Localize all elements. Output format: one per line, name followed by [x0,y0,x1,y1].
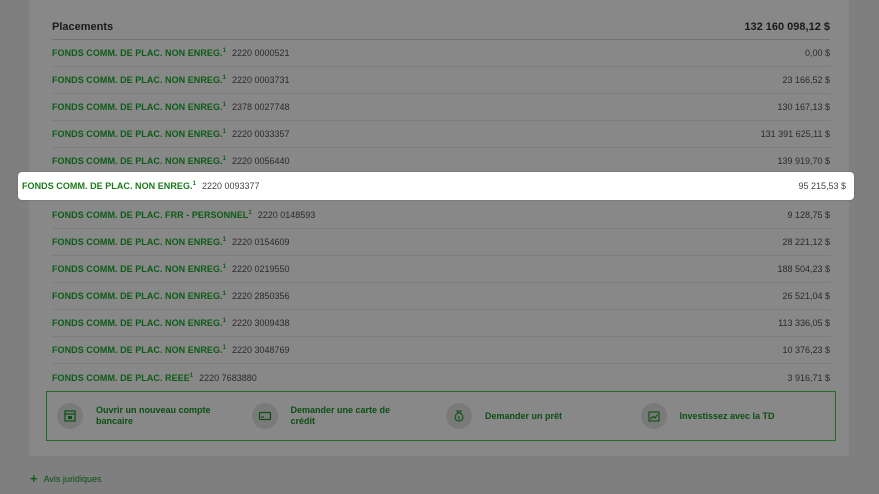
account-number: 2220 0093377 [201,181,260,191]
account-row[interactable]: FONDS COMM. DE PLAC. REEE1 2220 7683880 3… [52,364,830,391]
section-total: 132 160 098,12 $ [744,20,830,33]
account-number: 2220 0154609 [231,237,290,247]
fund-name-link[interactable]: FONDS COMM. DE PLAC. NON ENREG.1 [52,156,226,166]
fund-name-link[interactable]: FONDS COMM. DE PLAC. NON ENREG.1 [52,237,226,247]
account-number: 2378 0027748 [231,102,290,112]
account-number: 2220 3048769 [231,345,290,355]
account-balance: 131 391 625,11 $ [760,129,830,139]
section-title: Placements [52,20,114,33]
account-balance: 113 336,05 $ [778,318,830,328]
svg-text:$: $ [457,416,460,422]
fund-name-link[interactable]: FONDS COMM. DE PLAC. NON ENREG.1 [52,291,226,301]
account-row[interactable]: FONDS COMM. DE PLAC. NON ENREG.1 2220 300… [52,310,830,337]
investment-chart-icon [640,403,667,429]
legal-notices-label: Avis juridiques [43,473,102,484]
account-number: 2220 0000521 [231,48,290,58]
placements-header: Placements 132 160 098,12 $ [52,14,830,40]
open-account-action[interactable]: Ouvrir un nouveau compte bancaire [57,403,252,429]
action-label: Demander une carte de crédit [290,405,391,426]
fund-name-link[interactable]: FONDS COMM. DE PLAC. REEE1 [52,373,193,383]
account-row[interactable]: FONDS COMM. DE PLAC. NON ENREG.1 2220 003… [52,121,830,148]
account-balance: 0,00 $ [804,48,830,58]
account-row[interactable]: FONDS COMM. DE PLAC. NON ENREG.1 2220 000… [52,67,830,94]
account-balance: 9 128,75 $ [787,210,830,220]
account-balance: 130 167,13 $ [777,102,830,112]
account-balance: 23 166,52 $ [782,75,830,85]
credit-card-action[interactable]: Demander une carte de crédit [251,403,447,429]
account-number: 2220 0056440 [231,156,290,166]
money-bag-icon: $ [446,403,472,429]
fund-name-link[interactable]: FONDS COMM. DE PLAC. NON ENREG.1 [52,264,226,274]
account-balance: 10 376,23 $ [782,345,830,355]
account-number: 2220 0219550 [231,264,290,274]
fund-name-link[interactable]: FONDS COMM. DE PLAC. NON ENREG.1 [22,181,196,191]
account-number: 2220 0033357 [231,129,290,139]
account-balance: 26 521,04 $ [782,291,830,301]
account-row[interactable]: FONDS COMM. DE PLAC. NON ENREG.1 2220 304… [52,337,830,364]
account-balance: 3 916,71 $ [787,372,830,383]
account-row[interactable]: FONDS COMM. DE PLAC. NON ENREG.1 2378 002… [52,94,830,121]
fund-name-link[interactable]: FONDS COMM. DE PLAC. NON ENREG.1 [52,318,226,328]
invest-action[interactable]: Investissez avec la TD [640,403,836,429]
fund-name-link[interactable]: FONDS COMM. DE PLAC. NON ENREG.1 [52,75,226,85]
plus-icon: + [30,471,38,486]
account-balance: 28 221,12 $ [782,237,830,247]
fund-name-link[interactable]: FONDS COMM. DE PLAC. NON ENREG.1 [52,129,226,139]
account-row[interactable]: FONDS COMM. DE PLAC. NON ENREG.1 2220 005… [52,148,830,175]
action-label: Ouvrir un nouveau compte bancaire [96,405,211,426]
account-balance: 188 504,23 $ [777,264,830,274]
action-label: Demander un prêt [485,410,563,421]
credit-card-icon [251,403,278,429]
account-number: 2220 2850356 [231,291,290,301]
account-balance: 95 215,53 $ [798,181,846,191]
fund-name-link[interactable]: FONDS COMM. DE PLAC. NON ENREG.1 [52,48,226,58]
legal-notices-toggle[interactable]: + Avis juridiques [30,471,101,486]
account-row-highlighted[interactable]: FONDS COMM. DE PLAC. NON ENREG.1 2220 009… [18,172,854,200]
account-row[interactable]: FONDS COMM. DE PLAC. FRR - PERSONNEL1 222… [52,202,830,229]
account-number: 2220 0148593 [257,210,316,220]
account-number: 2220 3009438 [231,318,290,328]
account-row[interactable]: FONDS COMM. DE PLAC. NON ENREG.1 2220 000… [52,40,830,67]
account-row[interactable]: FONDS COMM. DE PLAC. NON ENREG.1 2220 021… [52,256,830,283]
account-row[interactable]: FONDS COMM. DE PLAC. NON ENREG.1 2220 285… [52,283,830,310]
account-balance: 139 919,70 $ [777,156,830,166]
fund-name-link[interactable]: FONDS COMM. DE PLAC. NON ENREG.1 [52,102,226,112]
fund-name-link[interactable]: FONDS COMM. DE PLAC. NON ENREG.1 [52,345,226,355]
fund-name-link[interactable]: FONDS COMM. DE PLAC. FRR - PERSONNEL1 [52,210,252,220]
account-row[interactable]: FONDS COMM. DE PLAC. NON ENREG.1 2220 015… [52,229,830,256]
account-number: 2220 0003731 [231,75,290,85]
loan-action[interactable]: $ Demander un prêt [446,403,641,429]
bank-account-icon [57,403,83,429]
quick-actions-bar: Ouvrir un nouveau compte bancaire Demand… [46,391,836,441]
account-number: 2220 7683880 [199,372,257,383]
action-label: Investissez avec la TD [679,410,775,421]
